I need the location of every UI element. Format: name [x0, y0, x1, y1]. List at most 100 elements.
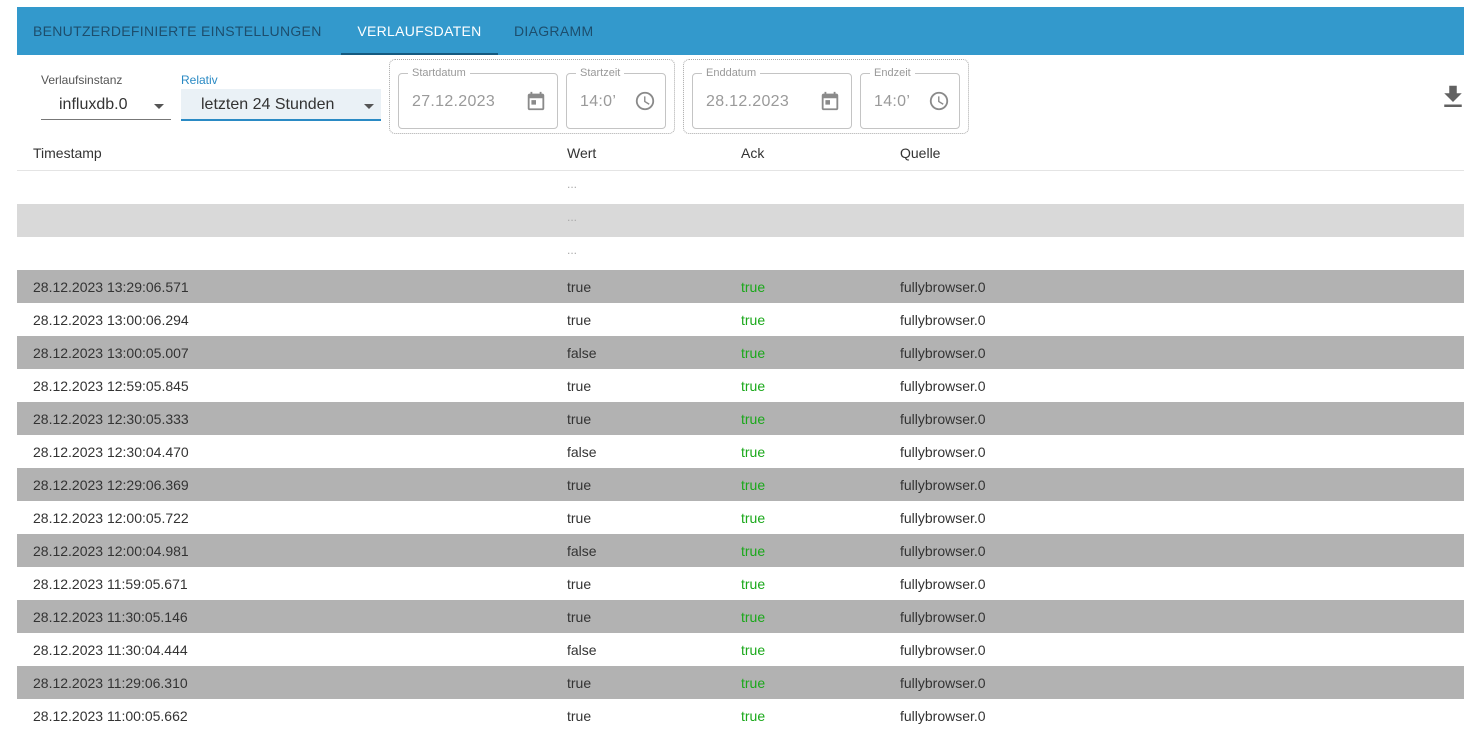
table-row[interactable]: 28.12.2023 11:00:05.662 true true fullyb…: [17, 699, 1464, 732]
cell-value: true: [567, 708, 592, 724]
cell-value: false: [567, 444, 597, 460]
relative-select[interactable]: letzten 24 Stunden: [181, 89, 381, 121]
cell-value: false: [567, 642, 597, 658]
cell-source: fullybrowser.0: [900, 642, 986, 658]
cell-ack: true: [741, 675, 766, 691]
cell-ack: true: [741, 444, 766, 460]
cell-timestamp: 28.12.2023 11:59:05.671: [33, 576, 188, 592]
end-time-value: 14:0’: [874, 93, 911, 110]
cell-source: fullybrowser.0: [900, 378, 986, 394]
placeholder-row: ...: [17, 237, 1464, 270]
cell-ack: true: [741, 411, 766, 427]
cell-source: fullybrowser.0: [900, 576, 986, 592]
cell-ack: true: [741, 609, 766, 625]
cell-value: true: [567, 576, 592, 592]
table-row[interactable]: 28.12.2023 11:30:05.146 true true fullyb…: [17, 600, 1464, 633]
ellipsis: ...: [567, 177, 578, 191]
cell-source: fullybrowser.0: [900, 477, 986, 493]
cell-value: true: [567, 675, 592, 691]
cell-source: fullybrowser.0: [900, 312, 986, 328]
table-row[interactable]: 28.12.2023 12:30:05.333 true true fullyb…: [17, 402, 1464, 435]
cell-timestamp: 28.12.2023 11:29:06.310: [33, 675, 188, 691]
cell-source: fullybrowser.0: [900, 345, 986, 361]
chevron-down-icon: [154, 104, 164, 109]
header-timestamp: Timestamp: [33, 145, 102, 161]
tab-chart[interactable]: DIAGRAMM: [498, 7, 608, 55]
start-date-label: Startdatum: [408, 67, 470, 79]
tab-custom-settings[interactable]: BENUTZERDEFINIERTE EINSTELLUNGEN: [17, 7, 341, 55]
start-date-value: 27.12.2023: [412, 93, 496, 110]
cell-ack: true: [741, 345, 766, 361]
header-ack: Ack: [741, 145, 765, 161]
chevron-down-icon: [364, 104, 374, 109]
cell-ack: true: [741, 378, 766, 394]
table-row[interactable]: 28.12.2023 13:29:06.571 true true fullyb…: [17, 270, 1464, 303]
table-row[interactable]: 28.12.2023 12:00:05.722 true true fullyb…: [17, 501, 1464, 534]
table-row[interactable]: 28.12.2023 12:29:06.369 true true fullyb…: [17, 468, 1464, 501]
cell-value: true: [567, 279, 592, 295]
cell-source: fullybrowser.0: [900, 411, 986, 427]
table-row[interactable]: 28.12.2023 11:29:06.310 true true fullyb…: [17, 666, 1464, 699]
table-row[interactable]: 28.12.2023 11:30:04.444 false true fully…: [17, 633, 1464, 666]
calendar-icon[interactable]: [525, 90, 547, 112]
cell-source: fullybrowser.0: [900, 543, 986, 559]
calendar-icon[interactable]: [819, 90, 841, 112]
cell-value: true: [567, 609, 592, 625]
cell-value: true: [567, 378, 592, 394]
cell-ack: true: [741, 279, 766, 295]
cell-timestamp: 28.12.2023 13:00:06.294: [33, 312, 189, 328]
clock-icon[interactable]: [928, 90, 950, 112]
table-row[interactable]: 28.12.2023 11:59:05.671 true true fullyb…: [17, 567, 1464, 600]
download-icon[interactable]: [1438, 82, 1464, 112]
instance-select[interactable]: influxdb.0: [41, 90, 171, 120]
tab-bar: BENUTZERDEFINIERTE EINSTELLUNGEN VERLAUF…: [17, 7, 1464, 55]
cell-source: fullybrowser.0: [900, 675, 986, 691]
ellipsis: ...: [567, 243, 578, 257]
cell-ack: true: [741, 708, 766, 724]
cell-timestamp: 28.12.2023 12:30:04.470: [33, 444, 189, 460]
tab-history-data[interactable]: VERLAUFSDATEN: [341, 7, 498, 55]
table-row[interactable]: 28.12.2023 12:59:05.845 true true fullyb…: [17, 369, 1464, 402]
cell-ack: true: [741, 312, 766, 328]
cell-timestamp: 28.12.2023 12:00:05.722: [33, 510, 189, 526]
header-source: Quelle: [900, 145, 941, 161]
start-time-value: 14:0’: [580, 93, 617, 110]
table-header: Timestamp Wert Ack Quelle: [17, 137, 1464, 171]
header-value: Wert: [567, 145, 597, 161]
cell-value: false: [567, 543, 597, 559]
instance-value: influxdb.0: [59, 96, 128, 113]
cell-ack: true: [741, 510, 766, 526]
table-row[interactable]: 28.12.2023 13:00:06.294 true true fullyb…: [17, 303, 1464, 336]
cell-value: true: [567, 477, 592, 493]
cell-value: true: [567, 312, 592, 328]
cell-ack: true: [741, 576, 766, 592]
table-body: ... ... ... 28.12.2023 13:29:06.571 true…: [17, 171, 1464, 732]
clock-icon[interactable]: [634, 90, 656, 112]
end-date-label: Enddatum: [702, 67, 761, 79]
relative-value: letzten 24 Stunden: [201, 96, 335, 113]
cell-ack: true: [741, 642, 766, 658]
placeholder-row: ...: [17, 171, 1464, 204]
cell-value: false: [567, 345, 597, 361]
cell-source: fullybrowser.0: [900, 609, 986, 625]
end-date-value: 28.12.2023: [706, 93, 790, 110]
ellipsis: ...: [567, 210, 578, 224]
cell-timestamp: 28.12.2023 13:00:05.007: [33, 345, 189, 361]
end-time-label: Endzeit: [870, 67, 915, 79]
instance-label: Verlaufsinstanz: [41, 73, 123, 87]
end-date-field[interactable]: Enddatum 28.12.2023: [692, 67, 852, 129]
cell-timestamp: 28.12.2023 11:00:05.662: [33, 708, 188, 724]
cell-source: fullybrowser.0: [900, 510, 986, 526]
table-row[interactable]: 28.12.2023 13:00:05.007 false true fully…: [17, 336, 1464, 369]
cell-source: fullybrowser.0: [900, 708, 986, 724]
cell-value: true: [567, 411, 592, 427]
end-time-field[interactable]: Endzeit 14:0’: [860, 67, 960, 129]
start-date-field[interactable]: Startdatum 27.12.2023: [398, 67, 558, 129]
table-row[interactable]: 28.12.2023 12:00:04.981 false true fully…: [17, 534, 1464, 567]
start-time-field[interactable]: Startzeit 14:0’: [566, 67, 666, 129]
cell-value: true: [567, 510, 592, 526]
cell-timestamp: 28.12.2023 12:59:05.845: [33, 378, 189, 394]
table-row[interactable]: 28.12.2023 12:30:04.470 false true fully…: [17, 435, 1464, 468]
cell-source: fullybrowser.0: [900, 444, 986, 460]
cell-timestamp: 28.12.2023 12:00:04.981: [33, 543, 189, 559]
